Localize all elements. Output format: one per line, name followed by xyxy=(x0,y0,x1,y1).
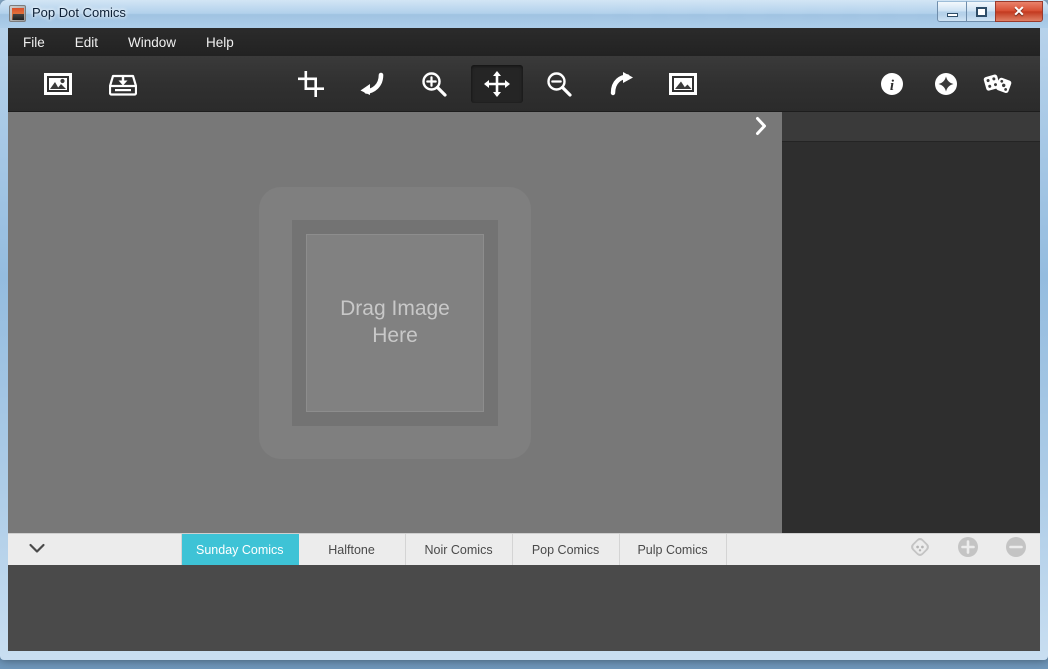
zoom-in-button[interactable] xyxy=(408,65,460,103)
redo-button[interactable] xyxy=(596,65,648,103)
application-window: Pop Dot Comics ✕ File Edit Window Help i… xyxy=(0,0,1048,660)
undo-icon xyxy=(359,72,385,96)
preset-tab-bar: Sunday Comics Halftone Noir Comics Pop C… xyxy=(8,533,1040,565)
dropzone-label: Drag Image Here xyxy=(340,297,450,347)
menu-item-help[interactable]: Help xyxy=(191,28,249,56)
preset-randomize-button[interactable] xyxy=(896,534,944,565)
window-title: Pop Dot Comics xyxy=(32,5,126,20)
close-button[interactable]: ✕ xyxy=(995,1,1043,22)
redo-icon xyxy=(609,72,635,96)
footer-panel xyxy=(8,565,1040,651)
crop-icon xyxy=(298,71,324,97)
open-image-icon xyxy=(44,72,72,96)
minimize-icon xyxy=(946,13,958,17)
zoom-out-icon xyxy=(546,71,572,97)
maximize-button[interactable] xyxy=(966,1,996,22)
dropzone-frame-inner: Drag Image Here xyxy=(306,233,484,412)
open-image-button[interactable] xyxy=(32,65,84,103)
info-button[interactable]: i xyxy=(866,65,918,103)
move-icon xyxy=(484,71,510,97)
undo-button[interactable] xyxy=(346,65,398,103)
preset-dropdown-button[interactable] xyxy=(8,534,182,565)
right-panel xyxy=(782,112,1040,533)
canvas-area[interactable]: Drag Image Here xyxy=(8,112,782,533)
menu-item-window[interactable]: Window xyxy=(113,28,191,56)
menu-item-edit[interactable]: Edit xyxy=(60,28,113,56)
randomize-button[interactable] xyxy=(972,65,1024,103)
tab-noir-comics[interactable]: Noir Comics xyxy=(406,534,513,565)
add-preset-button[interactable] xyxy=(944,534,992,565)
app-icon xyxy=(9,5,26,22)
info-icon: i xyxy=(880,72,904,96)
expand-right-panel-button[interactable] xyxy=(740,112,782,144)
save-image-button[interactable] xyxy=(97,65,149,103)
menu-bar: File Edit Window Help xyxy=(8,28,1040,56)
randomize-dice-icon xyxy=(983,72,1013,96)
crop-button[interactable] xyxy=(285,65,337,103)
tab-halftone[interactable]: Halftone xyxy=(299,534,406,565)
window-controls: ✕ xyxy=(937,1,1043,23)
fit-image-button[interactable] xyxy=(657,65,709,103)
settings-button[interactable] xyxy=(920,65,972,103)
dropzone-frame-outer: Drag Image Here xyxy=(292,219,498,426)
right-panel-header xyxy=(782,112,1040,142)
zoom-in-icon xyxy=(421,71,447,97)
remove-preset-button[interactable] xyxy=(992,534,1040,565)
zoom-out-button[interactable] xyxy=(533,65,585,103)
fit-image-icon xyxy=(669,72,697,96)
tab-sunday-comics[interactable]: Sunday Comics xyxy=(182,534,299,565)
remove-preset-icon xyxy=(1005,536,1027,563)
move-button[interactable] xyxy=(471,65,523,103)
preset-randomize-icon xyxy=(909,536,931,563)
image-dropzone[interactable]: Drag Image Here xyxy=(259,186,531,459)
window-titlebar[interactable]: Pop Dot Comics ✕ xyxy=(0,0,1048,28)
close-icon: ✕ xyxy=(1013,3,1025,19)
add-preset-icon xyxy=(957,536,979,563)
tab-pulp-comics[interactable]: Pulp Comics xyxy=(620,534,727,565)
tab-bar-spacer xyxy=(727,534,896,565)
settings-icon xyxy=(934,72,958,96)
save-image-icon xyxy=(109,72,137,96)
client-area: File Edit Window Help i Drag Image Here … xyxy=(8,28,1040,651)
titlebar-glass xyxy=(0,0,1048,28)
minimize-button[interactable] xyxy=(937,1,967,22)
menu-item-file[interactable]: File xyxy=(8,28,60,56)
tab-pop-comics[interactable]: Pop Comics xyxy=(513,534,620,565)
toolbar: i xyxy=(8,56,1040,112)
chevron-right-icon xyxy=(754,116,768,141)
chevron-down-icon xyxy=(28,541,46,559)
maximize-icon xyxy=(975,6,987,17)
